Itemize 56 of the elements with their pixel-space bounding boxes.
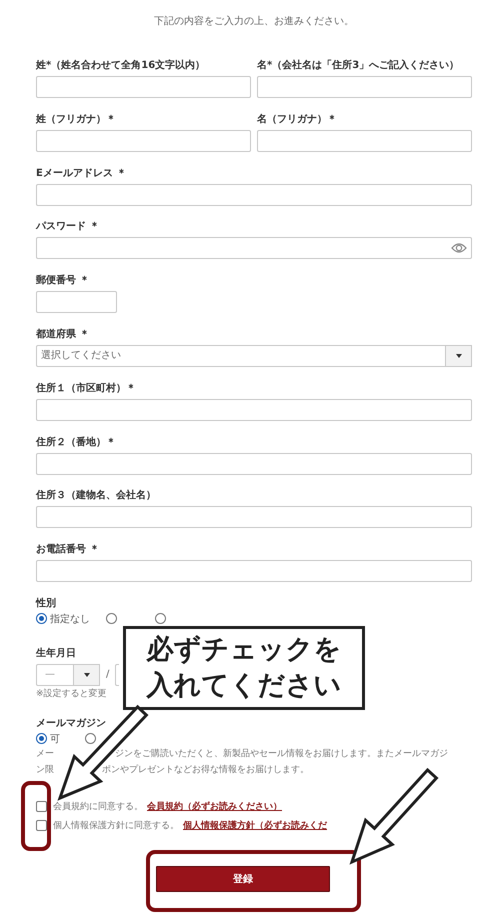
radio-button[interactable]	[85, 733, 96, 744]
field-label: お電話番号 ＊	[36, 542, 100, 558]
note-text: ン限	[36, 764, 54, 777]
field-label: 住所１（市区町村）＊	[36, 381, 136, 396]
dropdown-button[interactable]	[74, 664, 100, 686]
password-field[interactable]	[36, 237, 472, 260]
input-field[interactable]	[36, 291, 117, 314]
caret-icon	[456, 354, 462, 358]
note-text: メー	[36, 748, 54, 761]
input-field[interactable]	[36, 506, 472, 528]
month-select[interactable]	[115, 664, 120, 686]
field-label: パスワード ＊	[36, 220, 100, 234]
field-label: 姓（フリガナ）＊	[36, 112, 116, 127]
checkbox[interactable]	[36, 801, 47, 812]
radio-button[interactable]	[36, 733, 47, 744]
field-label: メールマガジン	[36, 716, 106, 731]
field-label: 性別	[36, 596, 56, 611]
input-field[interactable]	[36, 452, 472, 475]
field-label: Eメールアドレス ＊	[36, 166, 126, 181]
field-label: 住所２（番地）＊	[36, 436, 116, 450]
field-label: 名（フリガナ）＊	[257, 112, 337, 127]
radio-label: 可	[50, 732, 60, 746]
radio-button[interactable]	[155, 613, 166, 624]
field-label: 都道府県 ＊	[36, 327, 90, 342]
radio-button[interactable]	[106, 613, 117, 624]
input-field[interactable]	[36, 560, 472, 582]
input-field[interactable]	[36, 398, 472, 421]
date-separator: /	[106, 669, 110, 680]
input-field[interactable]	[36, 184, 472, 206]
agreement-text: 個人情報保護方針に同意する。	[53, 820, 179, 832]
intro-text: 下記の内容をご入力の上、お進みください。	[153, 14, 355, 29]
input-field[interactable]	[257, 76, 472, 98]
callout-text: 必ずチェックを 入れてください	[123, 626, 365, 710]
field-label: 住所３（建物名、会社名）	[36, 488, 156, 504]
agreement-link[interactable]: 会員規約（必ずお読みください）	[147, 800, 282, 814]
field-label: 姓*（姓名合わせて全角16文字以内）	[36, 58, 206, 73]
highlight-frame	[21, 781, 51, 851]
radio-label: 指定なし	[50, 612, 90, 626]
input-field[interactable]	[36, 130, 251, 152]
note-text: ※設定すると変更	[36, 688, 107, 701]
register-button[interactable]: 登録	[156, 866, 330, 892]
field-label: 名*（会社名は「住所3」へご記入ください）	[257, 58, 460, 73]
input-field[interactable]	[36, 76, 251, 98]
select-field[interactable]: 選択してください	[36, 344, 446, 367]
agreement-link[interactable]: 個人情報保護方針（必ずお読みくだ	[183, 819, 327, 832]
eye-icon[interactable]	[451, 242, 467, 254]
checkbox[interactable]	[36, 820, 47, 832]
agreement-text: 会員規約に同意する。	[53, 800, 143, 814]
radio-button[interactable]	[36, 613, 47, 624]
note-text: ジンをご購読いただくと、新製品やセール情報をお届けします。またメールマガジ	[115, 748, 448, 761]
field-label: 郵便番号 ＊	[36, 274, 90, 288]
input-field[interactable]	[257, 130, 472, 152]
caret-icon	[84, 672, 90, 677]
dropdown-button[interactable]	[446, 344, 472, 367]
note-text: ポンやプレゼントなどお得な情報をお届けします。	[102, 763, 309, 777]
field-label: 生年月日	[36, 646, 76, 661]
